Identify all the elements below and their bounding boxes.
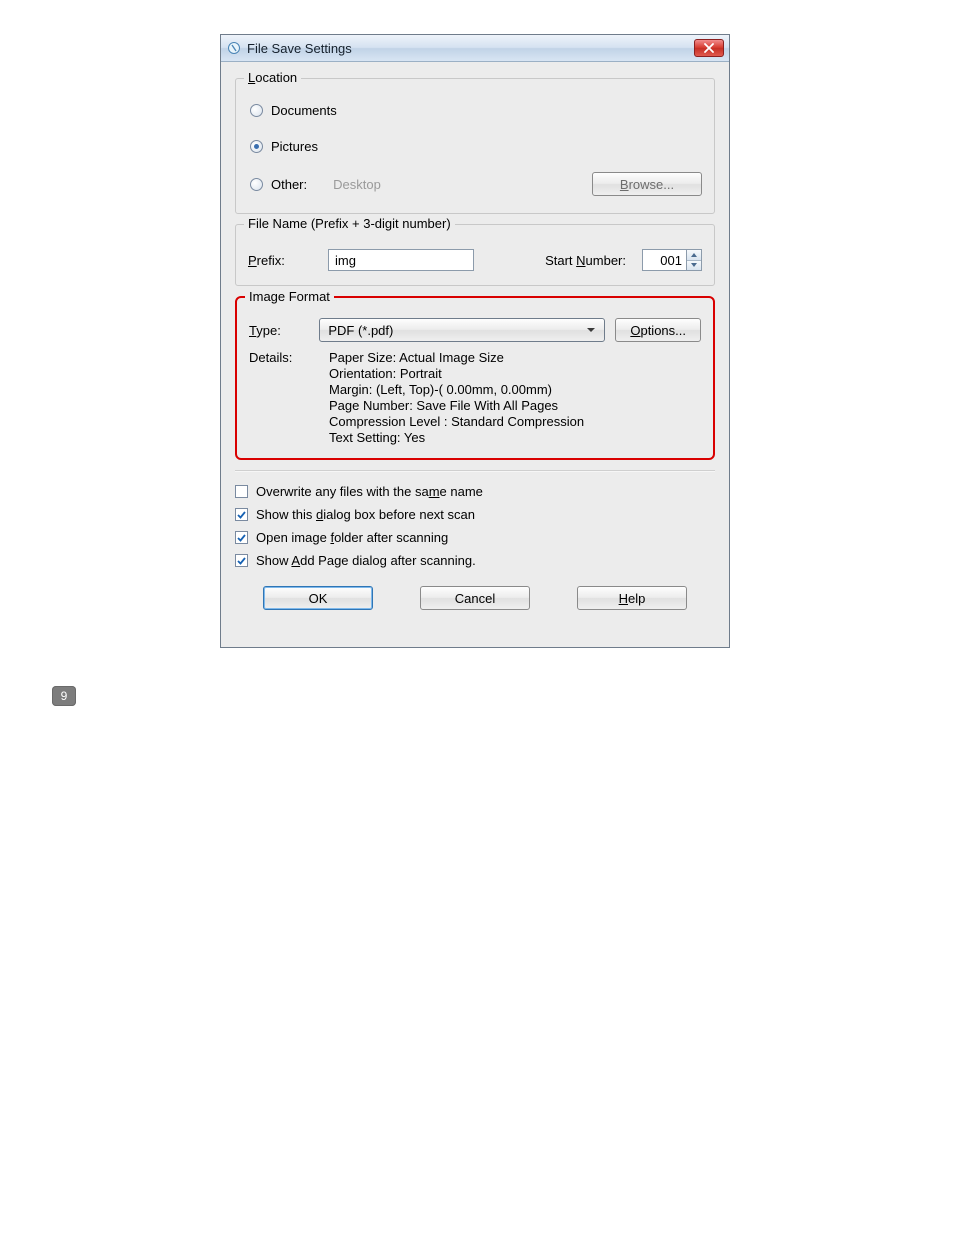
radio-other-label: Other: (271, 177, 307, 192)
browse-button[interactable]: Browse... (592, 172, 702, 196)
filename-group: File Name (Prefix + 3-digit number) Pref… (235, 224, 715, 286)
dialog-title: File Save Settings (247, 41, 694, 56)
open-folder-check-row[interactable]: Open image folder after scanning (235, 530, 715, 545)
show-dialog-check-row[interactable]: Show this dialog box before next scan (235, 507, 715, 522)
show-dialog-label: Show this dialog box before next scan (256, 507, 475, 522)
app-icon (227, 41, 241, 55)
radio-pictures-label: Pictures (271, 139, 318, 154)
prefix-input[interactable]: img (328, 249, 474, 271)
show-dialog-checkbox[interactable] (235, 508, 248, 521)
chevron-down-icon (690, 262, 698, 268)
check-icon (236, 509, 247, 520)
radio-documents-row[interactable]: Documents (250, 99, 702, 121)
radio-pictures[interactable] (250, 140, 263, 153)
radio-documents-label: Documents (271, 103, 337, 118)
options-button[interactable]: Options... (615, 318, 701, 342)
step-badge: 9 (52, 686, 76, 706)
details-label: Details: (249, 350, 319, 365)
type-label: Type: (249, 323, 309, 338)
start-number-label: Start Number: (545, 253, 626, 268)
overwrite-checkbox[interactable] (235, 485, 248, 498)
overwrite-label: Overwrite any files with the same name (256, 484, 483, 499)
type-combobox[interactable]: PDF (*.pdf) (319, 318, 605, 342)
close-button[interactable] (694, 39, 724, 57)
spinner-down[interactable] (687, 261, 701, 271)
close-icon (704, 43, 714, 53)
start-number-value[interactable]: 001 (642, 249, 686, 271)
file-save-settings-dialog: File Save Settings Location Documents Pi… (220, 34, 730, 648)
check-icon (236, 555, 247, 566)
start-number-spinner[interactable]: 001 (642, 249, 702, 271)
location-group: Location Documents Pictures Other: Deskt… (235, 78, 715, 214)
ok-button[interactable]: OK (263, 586, 373, 610)
prefix-label: Prefix: (248, 253, 318, 268)
filename-legend: File Name (Prefix + 3-digit number) (244, 216, 455, 231)
open-folder-checkbox[interactable] (235, 531, 248, 544)
spinner-up[interactable] (687, 250, 701, 261)
details-text: Paper Size: Actual Image Size Orientatio… (329, 350, 584, 446)
add-page-check-row[interactable]: Show Add Page dialog after scanning. (235, 553, 715, 568)
separator (235, 470, 715, 472)
chevron-up-icon (690, 252, 698, 258)
image-format-legend: Image Format (245, 289, 334, 304)
type-combobox-value: PDF (*.pdf) (328, 323, 582, 338)
cancel-button[interactable]: Cancel (420, 586, 530, 610)
overwrite-check-row[interactable]: Overwrite any files with the same name (235, 484, 715, 499)
image-format-group: Image Format Type: PDF (*.pdf) Options..… (235, 296, 715, 460)
radio-pictures-row[interactable]: Pictures (250, 135, 702, 157)
radio-documents[interactable] (250, 104, 263, 117)
help-button[interactable]: Help (577, 586, 687, 610)
add-page-checkbox[interactable] (235, 554, 248, 567)
titlebar: File Save Settings (221, 35, 729, 62)
chevron-down-icon (582, 319, 600, 341)
check-icon (236, 532, 247, 543)
other-path-text: Desktop (333, 177, 592, 192)
location-legend: Location (244, 70, 301, 85)
open-folder-label: Open image folder after scanning (256, 530, 448, 545)
radio-other[interactable] (250, 178, 263, 191)
add-page-label: Show Add Page dialog after scanning. (256, 553, 476, 568)
